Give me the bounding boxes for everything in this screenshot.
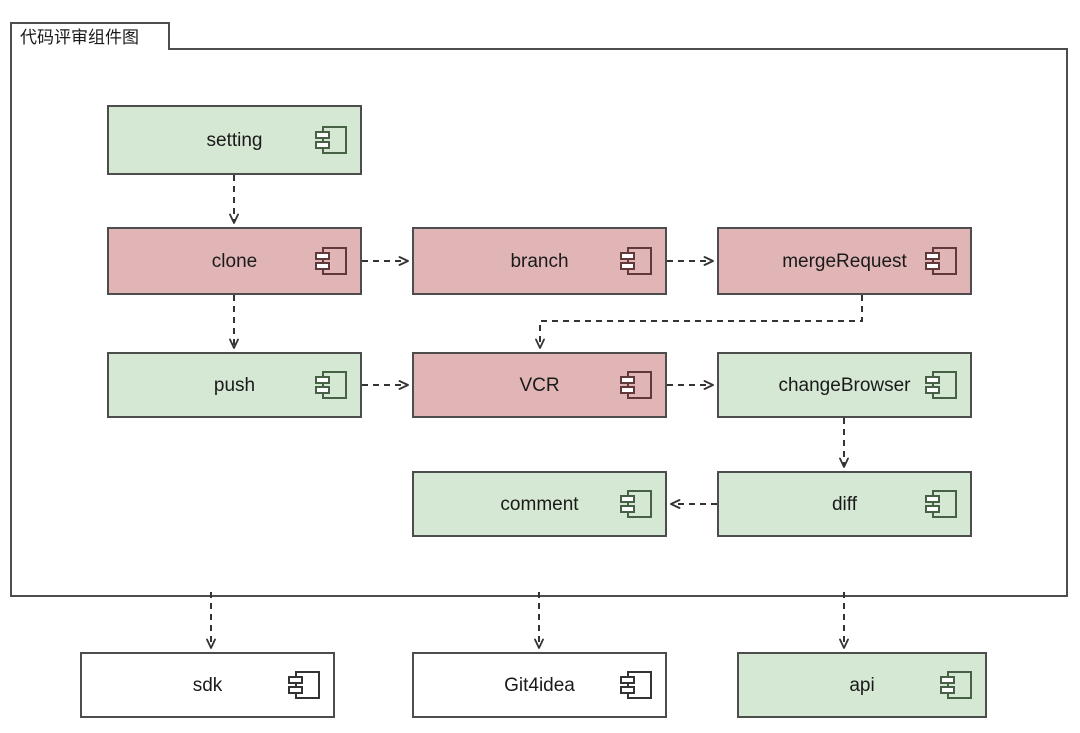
uml-component-icon (288, 671, 320, 699)
component-label: mergeRequest (782, 250, 907, 272)
component-label: sdk (192, 674, 223, 696)
component-api[interactable]: api (737, 652, 987, 718)
component-label: Git4idea (504, 674, 575, 696)
uml-component-icon (925, 371, 957, 399)
uml-component-icon (620, 371, 652, 399)
uml-component-icon (620, 490, 652, 518)
uml-component-icon (925, 247, 957, 275)
component-VCR[interactable]: VCR (412, 352, 667, 418)
component-push[interactable]: push (107, 352, 362, 418)
component-diagram-canvas: 代码评审组件图 setting clone branch mergeRequest pu… (0, 0, 1080, 733)
component-changeBrowser[interactable]: changeBrowser (717, 352, 972, 418)
package-title-tab: 代码评审组件图 (10, 22, 170, 50)
component-label: push (213, 374, 256, 396)
component-label: comment (500, 493, 579, 515)
component-label: branch (510, 250, 569, 272)
package-title-label: 代码评审组件图 (20, 27, 139, 47)
uml-component-icon (620, 671, 652, 699)
uml-component-icon (315, 371, 347, 399)
component-label: changeBrowser (778, 374, 911, 396)
uml-component-icon (925, 490, 957, 518)
uml-component-icon (315, 126, 347, 154)
uml-component-icon (940, 671, 972, 699)
uml-component-icon (620, 247, 652, 275)
component-mergeRequest[interactable]: mergeRequest (717, 227, 972, 295)
component-branch[interactable]: branch (412, 227, 667, 295)
component-sdk[interactable]: sdk (80, 652, 335, 718)
component-label: setting (206, 129, 263, 151)
component-label: diff (831, 493, 857, 515)
component-comment[interactable]: comment (412, 471, 667, 537)
component-Git4idea[interactable]: Git4idea (412, 652, 667, 718)
component-diff[interactable]: diff (717, 471, 972, 537)
component-label: api (849, 674, 875, 696)
uml-component-icon (315, 247, 347, 275)
component-label: clone (211, 250, 258, 272)
component-label: VCR (519, 374, 560, 396)
component-setting[interactable]: setting (107, 105, 362, 175)
component-clone[interactable]: clone (107, 227, 362, 295)
